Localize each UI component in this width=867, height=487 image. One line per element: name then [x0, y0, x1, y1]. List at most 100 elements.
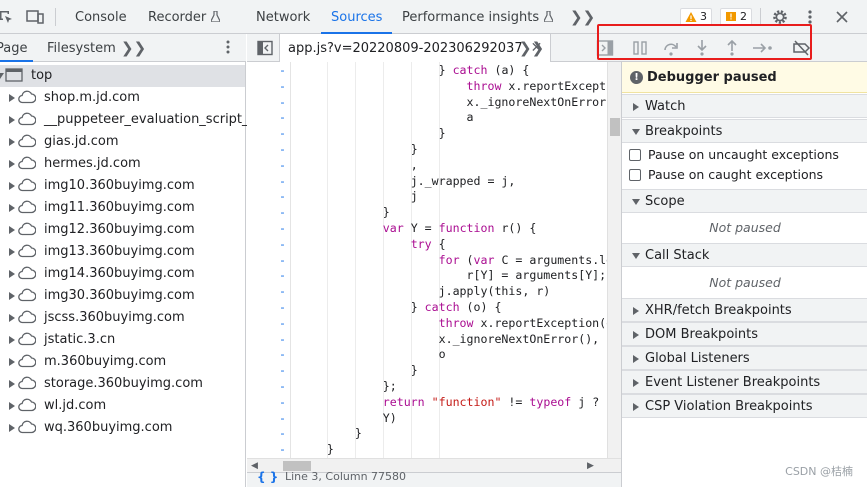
expand-icon[interactable]: [9, 292, 15, 300]
code-line[interactable]: - };: [247, 379, 607, 395]
gutter-marker[interactable]: -: [279, 442, 286, 458]
code-line[interactable]: - throw x.reportException(o: [247, 316, 607, 332]
section-event-listener-breakpoints[interactable]: Event Listener Breakpoints: [622, 370, 867, 394]
expand-icon[interactable]: [9, 336, 15, 344]
code-line[interactable]: - j.apply(this, r): [247, 284, 607, 300]
code-line[interactable]: - } catch (a) {: [247, 63, 607, 79]
section-global-listeners[interactable]: Global Listeners: [622, 346, 867, 370]
toggle-navigator-icon[interactable]: [257, 40, 273, 60]
more-navigator-tabs-icon[interactable]: ❯❯: [121, 34, 146, 62]
expand-icon[interactable]: [9, 314, 15, 322]
code-line[interactable]: - ,: [247, 158, 607, 174]
expand-icon[interactable]: [9, 138, 15, 146]
gutter-marker[interactable]: -: [279, 174, 286, 190]
code-line[interactable]: - }: [247, 426, 607, 442]
gutter-marker[interactable]: -: [279, 142, 286, 158]
pretty-print-icon[interactable]: { }: [257, 470, 278, 484]
gutter-marker[interactable]: -: [279, 347, 286, 363]
close-icon[interactable]: [834, 9, 850, 25]
tree-item[interactable]: hermes.jd.com: [0, 153, 245, 175]
gutter-marker[interactable]: -: [279, 426, 286, 442]
code-line[interactable]: - }: [247, 205, 607, 221]
gutter-marker[interactable]: -: [279, 284, 286, 300]
gutter-marker[interactable]: -: [279, 363, 286, 379]
code-line[interactable]: - x._ignoreNextOnError(),: [247, 332, 607, 348]
more-tabs-icon[interactable]: ❯❯: [570, 0, 595, 34]
gutter-marker[interactable]: -: [279, 189, 286, 205]
gutter-marker[interactable]: -: [279, 316, 286, 332]
device-toolbar-icon[interactable]: [26, 9, 44, 25]
expand-icon[interactable]: [9, 358, 15, 366]
vertical-scrollbar[interactable]: [607, 62, 621, 458]
section-xhr-breakpoints[interactable]: XHR/fetch Breakpoints: [622, 298, 867, 322]
tree-item[interactable]: jstatic.3.cn: [0, 329, 245, 351]
more-vert-icon[interactable]: [804, 9, 816, 25]
more-editor-tabs-icon[interactable]: ❯❯: [519, 34, 544, 63]
code-line[interactable]: - try {: [247, 237, 607, 253]
tree-item[interactable]: jscss.360buyimg.com: [0, 307, 245, 329]
tree-item[interactable]: m.360buyimg.com: [0, 351, 245, 373]
tab-recorder[interactable]: Recorder: [148, 0, 221, 34]
scroll-right-icon[interactable]: ▶: [587, 459, 594, 473]
expand-icon[interactable]: [9, 226, 15, 234]
expand-icon[interactable]: [9, 94, 15, 102]
expand-icon[interactable]: [9, 402, 15, 410]
code-line[interactable]: - }: [247, 126, 607, 142]
expand-icon[interactable]: [9, 424, 15, 432]
code-line[interactable]: - r[Y] = arguments[Y];: [247, 268, 607, 284]
expand-icon[interactable]: [9, 116, 15, 124]
pause-uncaught-row[interactable]: Pause on uncaught exceptions: [622, 145, 867, 165]
code-line[interactable]: - o: [247, 347, 607, 363]
gutter-marker[interactable]: -: [279, 395, 286, 411]
code-line[interactable]: - for (var C = arguments.le: [247, 253, 607, 269]
gutter-marker[interactable]: -: [279, 158, 286, 174]
expand-icon[interactable]: [9, 248, 15, 256]
tree-item[interactable]: img14.360buyimg.com: [0, 263, 245, 285]
gutter-marker[interactable]: -: [279, 63, 286, 79]
navigator-menu-icon[interactable]: [222, 34, 234, 62]
tab-filesystem[interactable]: Filesystem: [47, 34, 116, 62]
code-line[interactable]: - }: [247, 142, 607, 158]
pause-caught-row[interactable]: Pause on caught exceptions: [622, 165, 867, 185]
gutter-marker[interactable]: -: [279, 79, 286, 95]
gutter-marker[interactable]: -: [279, 237, 286, 253]
tree-item[interactable]: img10.360buyimg.com: [0, 175, 245, 197]
tree-item[interactable]: wq.360buyimg.com: [0, 417, 245, 439]
code-line[interactable]: - Y): [247, 411, 607, 427]
expand-icon[interactable]: [9, 160, 15, 168]
gutter-marker[interactable]: -: [279, 379, 286, 395]
tree-item[interactable]: gias.jd.com: [0, 131, 245, 153]
gutter-marker[interactable]: -: [279, 300, 286, 316]
code-line[interactable]: - return "function" != typeof j ? j: [247, 395, 607, 411]
gutter-marker[interactable]: -: [279, 205, 286, 221]
tab-page[interactable]: Page: [0, 34, 35, 62]
tree-item[interactable]: img11.360buyimg.com: [0, 197, 245, 219]
code-line[interactable]: - a: [247, 110, 607, 126]
expand-icon[interactable]: [9, 380, 15, 388]
tree-item[interactable]: img12.360buyimg.com: [0, 219, 245, 241]
code-area[interactable]: - } catch (a) {- throw x.reportExcepti - …: [247, 62, 607, 458]
section-scope[interactable]: Scope: [622, 189, 867, 213]
editor-file-tab[interactable]: app.js?v=20220809-202306292037 ✕: [279, 34, 552, 62]
section-breakpoints[interactable]: Breakpoints: [622, 119, 867, 143]
code-line[interactable]: - throw x.reportExcepti: [247, 79, 607, 95]
code-line[interactable]: - }: [247, 363, 607, 379]
tree-item-top[interactable]: top: [0, 65, 245, 87]
pause-caught-checkbox[interactable]: [629, 169, 641, 181]
tab-network[interactable]: Network: [256, 0, 310, 34]
code-line[interactable]: - j._wrapped = j,: [247, 174, 607, 190]
tab-console[interactable]: Console: [75, 0, 127, 34]
vertical-scroll-thumb[interactable]: [610, 118, 620, 136]
code-line[interactable]: - }: [247, 442, 607, 458]
tab-sources[interactable]: Sources: [320, 0, 393, 34]
code-line[interactable]: - } catch (o) {: [247, 300, 607, 316]
collapse-icon[interactable]: [0, 73, 4, 79]
tree-item[interactable]: wl.jd.com: [0, 395, 245, 417]
tree-item[interactable]: shop.m.jd.com: [0, 87, 245, 109]
tree-item[interactable]: img13.360buyimg.com: [0, 241, 245, 263]
inspect-icon[interactable]: [0, 9, 14, 25]
gutter-marker[interactable]: -: [279, 126, 286, 142]
tree-item[interactable]: img30.360buyimg.com: [0, 285, 245, 307]
tree-item[interactable]: __puppeteer_evaluation_script__: [0, 109, 255, 131]
section-dom-breakpoints[interactable]: DOM Breakpoints: [622, 322, 867, 346]
